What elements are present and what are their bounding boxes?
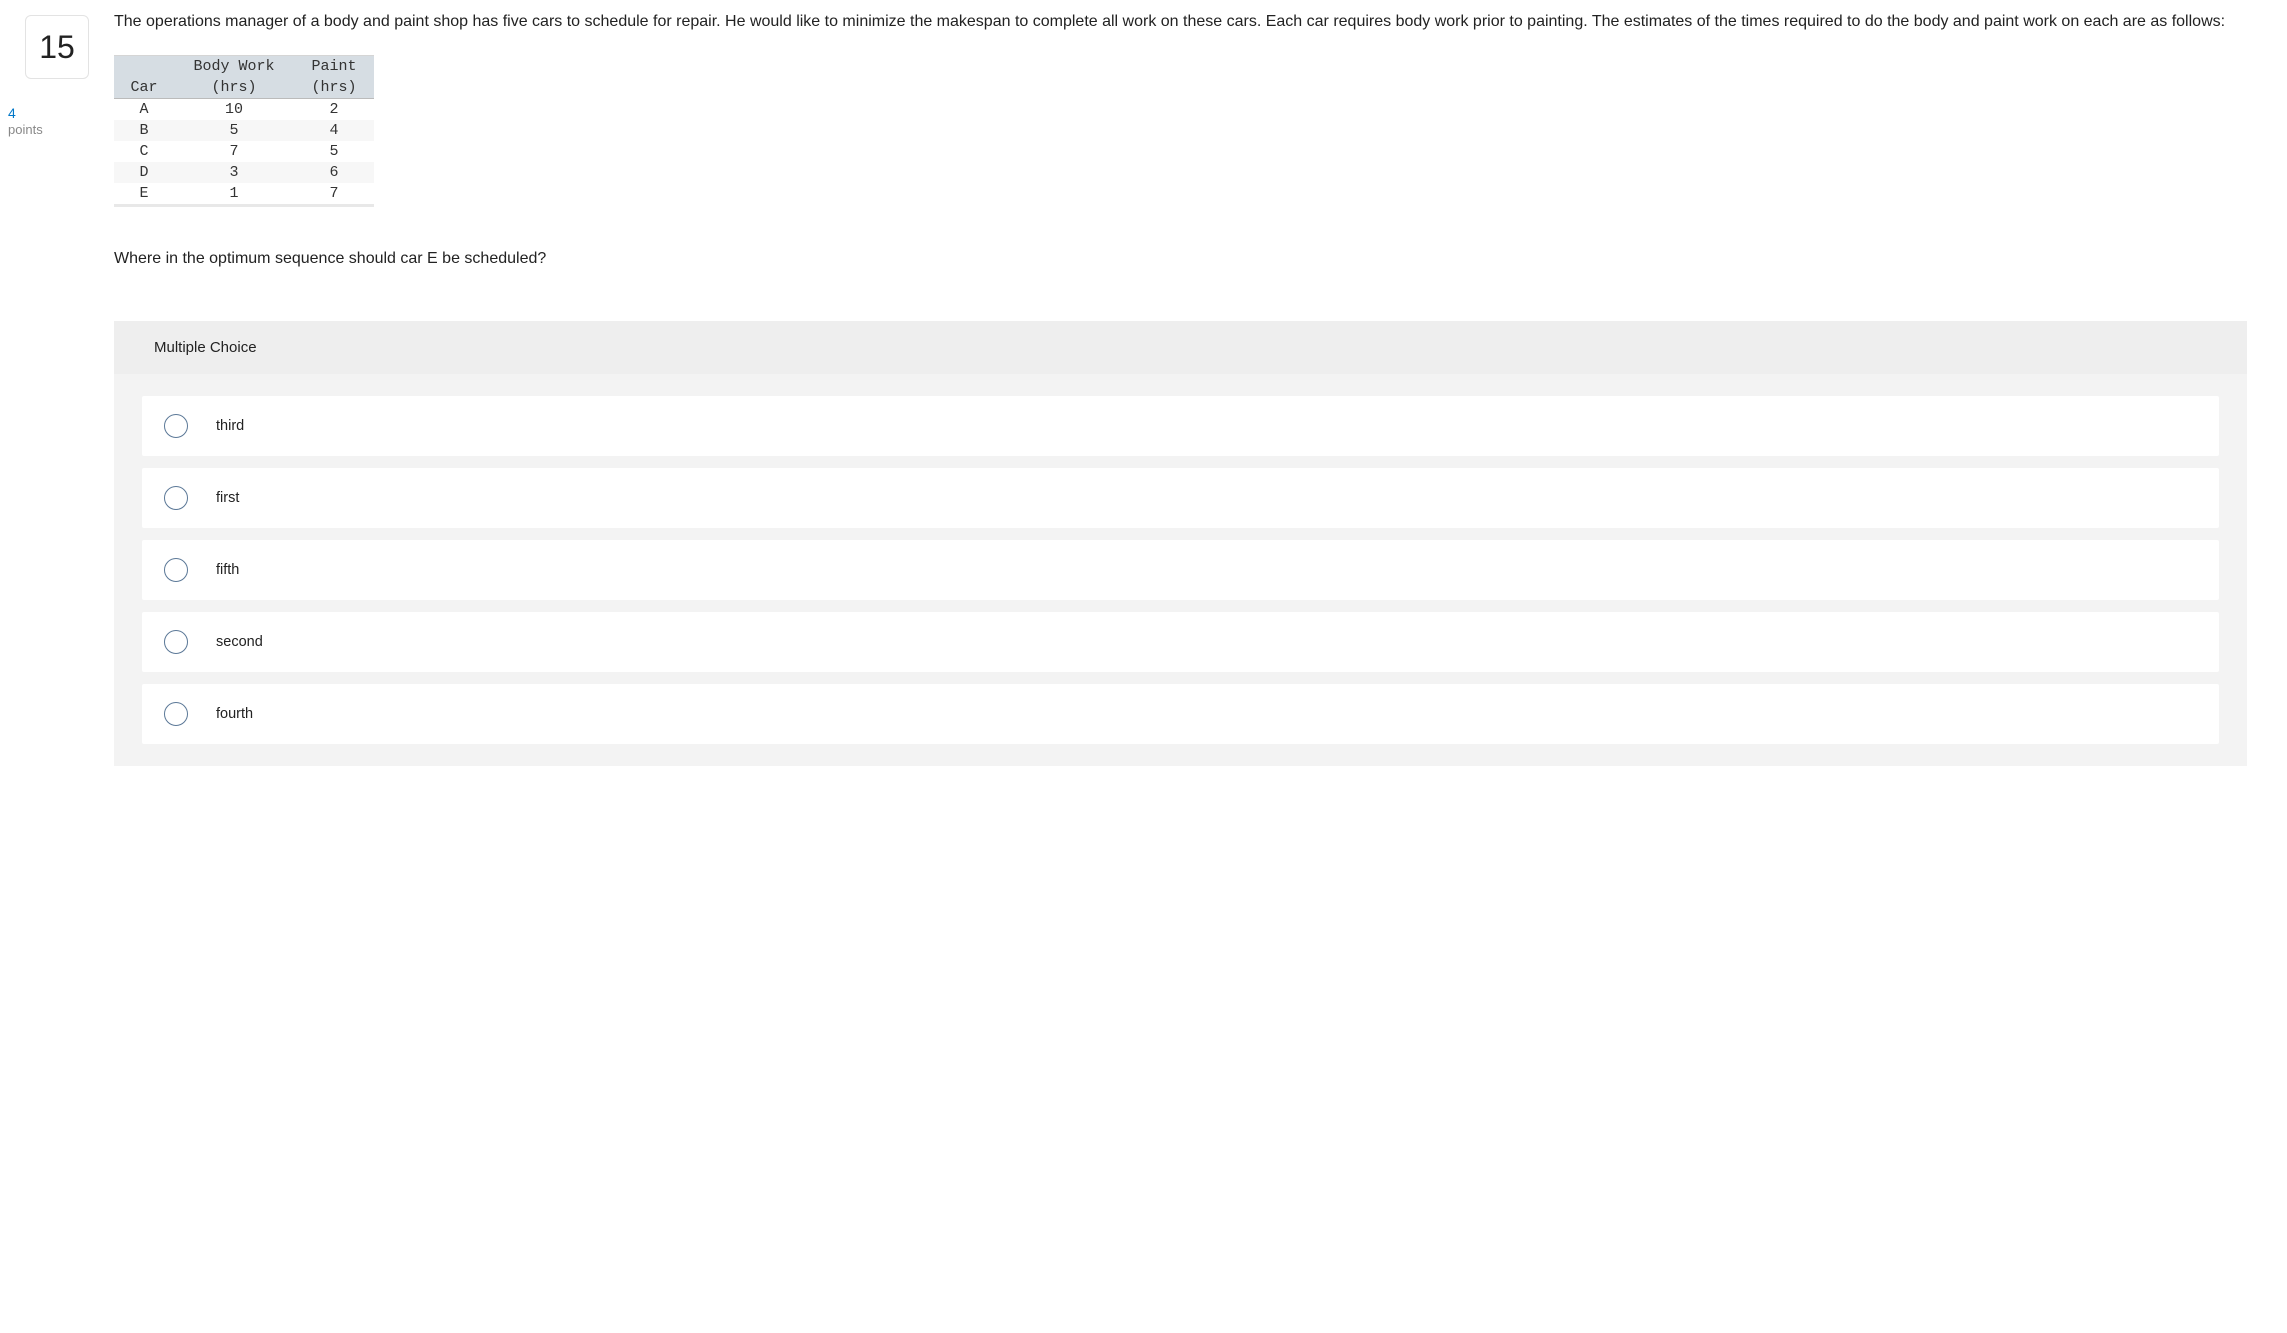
cell-car: B <box>114 120 174 141</box>
table-header-row-2: Car (hrs) (hrs) <box>114 77 374 99</box>
mc-option-label: first <box>216 490 239 506</box>
multiple-choice-title: Multiple Choice <box>114 321 2247 374</box>
cell-body: 10 <box>174 98 294 120</box>
th-car: Car <box>114 77 174 99</box>
th-body-bot: (hrs) <box>174 77 294 99</box>
question-followup-text: Where in the optimum sequence should car… <box>114 247 2247 271</box>
cell-body: 3 <box>174 162 294 183</box>
radio-icon <box>164 558 188 582</box>
points-block: 4 points <box>0 105 114 137</box>
cell-car: E <box>114 183 174 206</box>
data-table-wrap: Body Work Paint Car (hrs) (hrs) A 10 2 <box>114 55 2247 207</box>
data-table: Body Work Paint Car (hrs) (hrs) A 10 2 <box>114 55 374 207</box>
radio-icon <box>164 414 188 438</box>
mc-option-label: third <box>216 418 244 434</box>
mc-option-second[interactable]: second <box>142 612 2219 672</box>
multiple-choice-body: third first fifth second fourth <box>114 374 2247 766</box>
mc-option-fifth[interactable]: fifth <box>142 540 2219 600</box>
th-car-blank <box>114 55 174 77</box>
mc-option-label: fifth <box>216 562 239 578</box>
cell-car: D <box>114 162 174 183</box>
mc-option-label: fourth <box>216 706 253 722</box>
cell-paint: 2 <box>294 98 374 120</box>
table-row: C 7 5 <box>114 141 374 162</box>
th-body-top: Body Work <box>174 55 294 77</box>
cell-body: 1 <box>174 183 294 206</box>
mc-option-label: second <box>216 634 263 650</box>
points-label: points <box>8 122 114 138</box>
cell-car: A <box>114 98 174 120</box>
question-page: 15 4 points The operations manager of a … <box>0 0 2287 766</box>
cell-paint: 6 <box>294 162 374 183</box>
radio-icon <box>164 702 188 726</box>
radio-icon <box>164 486 188 510</box>
cell-car: C <box>114 141 174 162</box>
cell-paint: 5 <box>294 141 374 162</box>
cell-body: 7 <box>174 141 294 162</box>
question-number: 15 <box>25 15 89 79</box>
question-intro-text: The operations manager of a body and pai… <box>114 10 2247 35</box>
multiple-choice-container: Multiple Choice third first fifth second <box>114 321 2247 766</box>
points-value: 4 <box>8 105 114 122</box>
th-paint-top: Paint <box>294 55 374 77</box>
cell-paint: 4 <box>294 120 374 141</box>
mc-option-fourth[interactable]: fourth <box>142 684 2219 744</box>
cell-paint: 7 <box>294 183 374 206</box>
mc-option-first[interactable]: first <box>142 468 2219 528</box>
table-row: D 3 6 <box>114 162 374 183</box>
sidebar: 15 4 points <box>0 10 114 137</box>
main-content: The operations manager of a body and pai… <box>114 10 2287 766</box>
table-body: A 10 2 B 5 4 C 7 5 D <box>114 98 374 205</box>
table-row: A 10 2 <box>114 98 374 120</box>
table-row: B 5 4 <box>114 120 374 141</box>
table-row: E 1 7 <box>114 183 374 206</box>
radio-icon <box>164 630 188 654</box>
cell-body: 5 <box>174 120 294 141</box>
mc-option-third[interactable]: third <box>142 396 2219 456</box>
th-paint-bot: (hrs) <box>294 77 374 99</box>
table-header-row-1: Body Work Paint <box>114 55 374 77</box>
